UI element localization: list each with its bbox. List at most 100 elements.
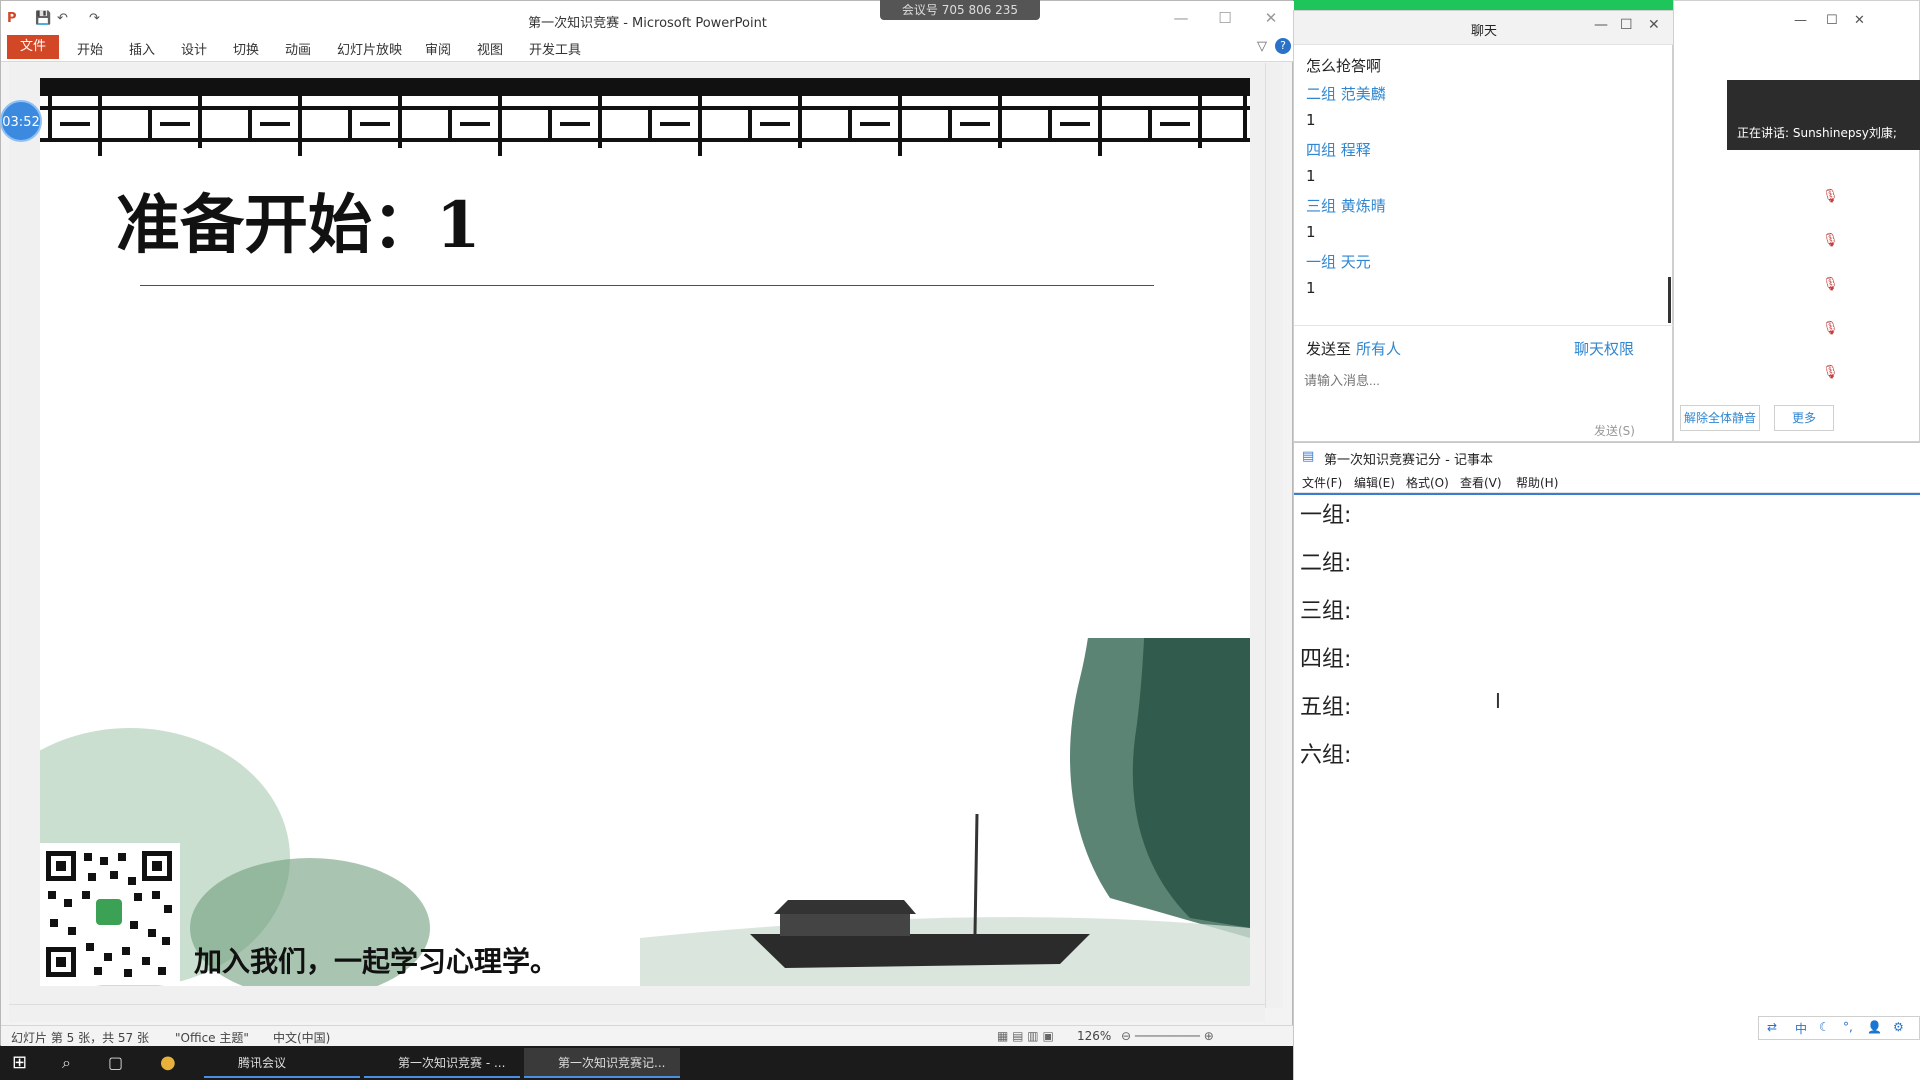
chat-message: 怎么抢答啊 <box>1306 57 1382 75</box>
fret-border-decoration <box>40 78 1250 156</box>
chat-compose-area: 发送至 所有人 聊天权限 发送(S) <box>1294 325 1674 443</box>
status-language: 中文(中国) <box>273 1031 331 1045</box>
send-to-dropdown[interactable]: 所有人 <box>1356 338 1401 359</box>
ime-punct-icon[interactable]: °, <box>1843 1020 1853 1034</box>
score-line[interactable]: 五组: <box>1300 689 1351 721</box>
tab-design[interactable]: 设计 <box>181 39 207 58</box>
vertical-scrollbar[interactable] <box>1265 63 1283 1008</box>
meeting-participants-panel: — ☐ ✕ 🎙 🎙 🎙 🎙 🎙 解除全体静音 更多 <box>1673 0 1920 442</box>
windows-taskbar: ⊞ ⌕ ▢ ● 腾讯会议 第一次知识竞赛 - ... 第一次知识竞赛记... <box>0 1046 1293 1080</box>
chat-message: 1 <box>1306 223 1316 241</box>
chat-message: 1 <box>1306 167 1316 185</box>
close-button[interactable]: ✕ <box>1257 9 1285 31</box>
chat-permission-dropdown[interactable]: 聊天权限 <box>1574 338 1634 359</box>
mic-muted-icon[interactable]: 🎙 <box>1822 233 1840 251</box>
slide-caption[interactable]: 加入我们，一起学习心理学。 <box>194 940 558 980</box>
help-icon[interactable]: ? <box>1275 38 1291 54</box>
chat-minimize-button[interactable]: — <box>1594 17 1608 33</box>
chat-scrollbar[interactable] <box>1668 277 1671 323</box>
send-button[interactable]: 发送(S) <box>1594 422 1635 439</box>
tab-review[interactable]: 审阅 <box>425 39 451 58</box>
panel-close-button[interactable]: ✕ <box>1854 13 1865 28</box>
notepad-text-area[interactable]: 一组: 二组: 三组: 四组: 五组: 六组: I <box>1294 493 1920 1080</box>
mic-muted-icon[interactable]: 🎙 <box>1822 189 1840 207</box>
score-line[interactable]: 六组: <box>1300 737 1351 769</box>
tab-insert[interactable]: 插入 <box>129 39 155 58</box>
panel-maximize-button[interactable]: ☐ <box>1826 13 1838 28</box>
notepad-icon: ▤ <box>1302 449 1315 464</box>
mic-muted-icon[interactable]: 🎙 <box>1822 365 1840 383</box>
zoom-level[interactable]: 126% <box>1077 1029 1111 1043</box>
search-icon[interactable]: ⌕ <box>62 1048 71 1078</box>
powerpoint-window: P 💾 ↶ ↷ 第一次知识竞赛 - Microsoft PowerPoint —… <box>0 0 1294 1047</box>
chat-title-bar: 聊天 — ☐ ✕ <box>1294 11 1674 45</box>
slide-canvas[interactable]: 准备开始：1 加入我们，一起学习心理学。 <box>40 78 1250 986</box>
score-line[interactable]: 四组: <box>1300 641 1351 673</box>
taskbar-item-notepad[interactable]: 第一次知识竞赛记... <box>524 1048 680 1078</box>
send-to-label: 发送至 <box>1306 340 1352 358</box>
taskbar-item-powerpoint[interactable]: 第一次知识竞赛 - ... <box>364 1048 520 1078</box>
ime-user-icon[interactable]: 👤 <box>1867 1020 1882 1034</box>
notepad-title-bar: ▤ 第一次知识竞赛记分 - 记事本 <box>1294 443 1920 471</box>
ime-mode[interactable]: 中 <box>1795 1020 1807 1037</box>
chat-sender: 二组 范美麟 <box>1306 85 1386 103</box>
chat-sender: 三组 黄炼晴 <box>1306 197 1386 215</box>
zoom-slider[interactable]: ⊖ ───────── ⊕ <box>1121 1029 1214 1043</box>
unmute-all-button[interactable]: 解除全体静音 <box>1680 405 1760 431</box>
menu-format[interactable]: 格式(O) <box>1406 474 1449 491</box>
menu-file[interactable]: 文件(F) <box>1302 474 1342 491</box>
chat-close-button[interactable]: ✕ <box>1648 17 1660 33</box>
menu-view[interactable]: 查看(V) <box>1460 474 1502 491</box>
tab-file[interactable]: 文件 <box>7 35 59 59</box>
status-theme: "Office 主题" <box>175 1031 249 1045</box>
mic-muted-icon[interactable]: 🎙 <box>1822 321 1840 339</box>
score-line[interactable]: 一组: <box>1300 497 1351 529</box>
ime-moon-icon[interactable]: ☾ <box>1819 1020 1830 1034</box>
view-buttons-icon[interactable]: ▦ ▤ ▥ ▣ <box>997 1029 1054 1043</box>
minimize-button[interactable]: — <box>1167 9 1195 31</box>
chat-message-input[interactable] <box>1304 362 1662 398</box>
taskbar-item-tencent-meeting[interactable]: 腾讯会议 <box>204 1048 360 1078</box>
notepad-window: ▤ 第一次知识竞赛记分 - 记事本 文件(F) 编辑(E) 格式(O) 查看(V… <box>1293 442 1920 1080</box>
maximize-button[interactable]: ☐ <box>1211 9 1239 31</box>
slide-title-divider <box>140 285 1154 286</box>
task-view-icon[interactable]: ▢ <box>108 1048 123 1078</box>
windows-start-icon[interactable]: ⊞ <box>12 1048 27 1078</box>
chat-sender: 一组 天元 <box>1306 253 1371 271</box>
ime-settings-icon[interactable]: ⚙ <box>1893 1020 1904 1034</box>
tab-transitions[interactable]: 切换 <box>233 39 259 58</box>
tab-view[interactable]: 视图 <box>477 39 503 58</box>
ink-landscape-illustration <box>40 638 1250 986</box>
ime-toolbar: ⇄ 中 ☾ °, 👤 ⚙ <box>1758 1016 1920 1040</box>
slide-title[interactable]: 准备开始：1 <box>116 174 481 266</box>
meeting-id-pill[interactable]: 会议号 705 806 235 <box>880 0 1040 20</box>
text-cursor-icon: I <box>1495 689 1501 713</box>
panel-minimize-button[interactable]: — <box>1794 13 1807 28</box>
more-button[interactable]: 更多 <box>1774 405 1834 431</box>
chat-message: 1 <box>1306 279 1316 297</box>
chrome-icon[interactable]: ● <box>160 1048 176 1078</box>
chat-sender: 四组 程释 <box>1306 141 1371 159</box>
tab-animations[interactable]: 动画 <box>285 39 311 58</box>
menu-help[interactable]: 帮助(H) <box>1516 474 1558 491</box>
tab-developer[interactable]: 开发工具 <box>529 39 581 58</box>
tab-home[interactable]: 开始 <box>77 39 103 58</box>
speaking-text: 正在讲话: Sunshinepsy刘康; <box>1737 126 1897 140</box>
ppt-status-bar: 幻灯片 第 5 张，共 57 张 "Office 主题" 中文(中国) ▦ ▤ … <box>1 1025 1294 1047</box>
horizontal-scrollbar[interactable] <box>9 1004 1265 1022</box>
score-line[interactable]: 二组: <box>1300 545 1351 577</box>
ime-switch-icon[interactable]: ⇄ <box>1767 1020 1777 1034</box>
chat-message: 1 <box>1306 111 1316 129</box>
tab-slideshow[interactable]: 幻灯片放映 <box>337 39 402 58</box>
meeting-timer: 03:52 <box>0 100 42 142</box>
mic-muted-icon[interactable]: 🎙 <box>1822 277 1840 295</box>
notepad-menu-bar: 文件(F) 编辑(E) 格式(O) 查看(V) 帮助(H) <box>1294 471 1920 493</box>
menu-edit[interactable]: 编辑(E) <box>1354 474 1395 491</box>
notepad-title: 第一次知识竞赛记分 - 记事本 <box>1324 453 1493 468</box>
chat-maximize-button[interactable]: ☐ <box>1620 17 1633 33</box>
ribbon-collapse-icon[interactable]: ▽ <box>1257 39 1267 54</box>
ribbon-tabs: 文件 开始 插入 设计 切换 动画 幻灯片放映 审阅 视图 开发工具 ▽ ? <box>1 34 1294 62</box>
chat-window: 聊天 — ☐ ✕ 怎么抢答啊 二组 范美麟 1 四组 程释 1 三组 黄炼晴 1… <box>1293 10 1674 443</box>
score-line[interactable]: 三组: <box>1300 593 1351 625</box>
speaking-indicator: 正在讲话: Sunshinepsy刘康; <box>1727 80 1920 150</box>
